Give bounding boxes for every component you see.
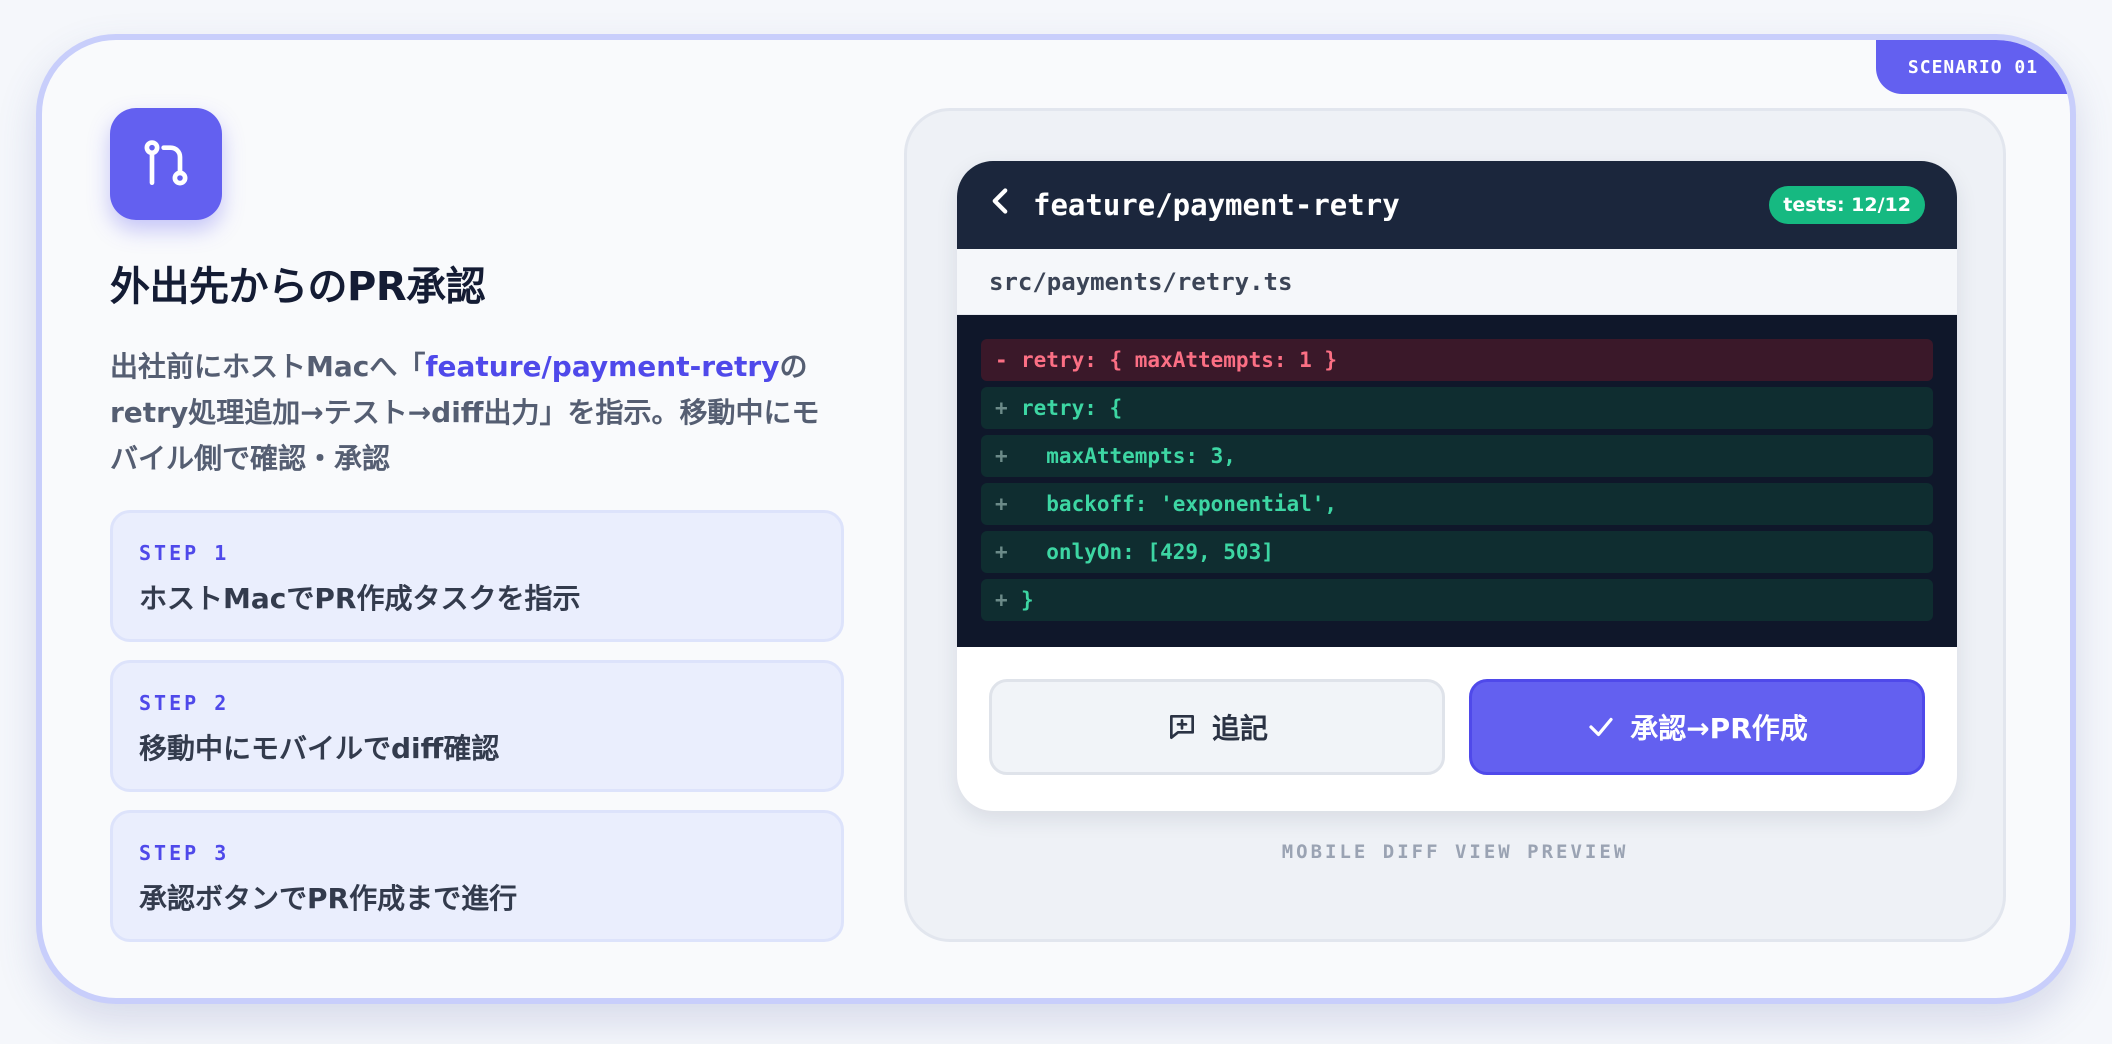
diff-actions: 追記 承認→PR作成	[989, 679, 1925, 775]
diff-code-text: onlyOn: [429, 503]	[1021, 540, 1274, 564]
step-card: STEP 3 承認ボタンでPR作成まで進行	[110, 810, 844, 942]
scenario-info: 外出先からのPR承認 出社前にホストMacへ「feature/payment-r…	[110, 108, 844, 960]
diff-code: - retry: { maxAttempts: 1 } + retry: { + m…	[957, 315, 1957, 647]
step-text: 移動中にモバイルでdiff確認	[139, 732, 500, 765]
comment-plus-icon	[1169, 715, 1194, 739]
step-text: ホストMacでPR作成タスクを指示	[139, 582, 581, 615]
branch-name: feature/payment-retry	[1033, 188, 1400, 222]
tests-badge: tests: 12/12	[1769, 186, 1925, 224]
diff-line-added: + onlyOn: [429, 503]	[981, 531, 1933, 573]
diff-marker: +	[995, 540, 1008, 564]
step-label: STEP 3	[139, 841, 230, 865]
preview-panel: feature/payment-retry tests: 12/12 src/p…	[904, 108, 2006, 942]
git-pull-request-icon	[110, 108, 222, 220]
diff-code-text: }	[1021, 588, 1034, 612]
step-label: STEP 2	[139, 691, 230, 715]
scenario-badge: SCENARIO 01	[1876, 40, 2070, 94]
step-card: STEP 1 ホストMacでPR作成タスクを指示	[110, 510, 844, 642]
diff-marker: -	[995, 348, 1008, 372]
diff-marker: +	[995, 492, 1008, 516]
branch-highlight: feature/payment-retry	[425, 350, 780, 383]
step-text: 承認ボタンでPR作成まで進行	[139, 882, 518, 915]
diff-marker: +	[995, 444, 1008, 468]
step-list: STEP 1 ホストMacでPR作成タスクを指示 STEP 2 移動中にモバイル…	[110, 510, 844, 942]
description-text: 出社前にホストMacへ「	[110, 350, 426, 383]
diff-marker: +	[995, 396, 1008, 420]
chevron-left-icon[interactable]	[989, 187, 1011, 223]
step-card: STEP 2 移動中にモバイルでdiff確認	[110, 660, 844, 792]
diff-marker: +	[995, 588, 1008, 612]
step-label: STEP 1	[139, 541, 230, 565]
diff-code-text: retry: { maxAttempts: 1 }	[1021, 348, 1338, 372]
scenario-card: SCENARIO 01 外出先からのPR承認 出社前にホストMacへ「featu…	[36, 34, 2076, 1004]
scenario-description: 出社前にホストMacへ「feature/payment-retryのretry処…	[110, 344, 844, 482]
diff-line-added: + backoff: 'exponential',	[981, 483, 1933, 525]
diff-header: feature/payment-retry tests: 12/12	[957, 161, 1957, 249]
diff-line-added: + maxAttempts: 3,	[981, 435, 1933, 477]
check-icon	[1589, 717, 1613, 737]
add-comment-label: 追記	[1211, 712, 1268, 745]
approve-create-pr-button[interactable]: 承認→PR作成	[1469, 679, 1925, 775]
diff-code-text: maxAttempts: 3,	[1021, 444, 1236, 468]
diff-line-added: + retry: {	[981, 387, 1933, 429]
file-path: src/payments/retry.ts	[957, 249, 1957, 315]
add-comment-button[interactable]: 追記	[989, 679, 1445, 775]
mobile-diff-view: feature/payment-retry tests: 12/12 src/p…	[957, 161, 1957, 811]
diff-line-added: +}	[981, 579, 1933, 621]
diff-code-text: retry: {	[1021, 396, 1123, 420]
page-title: 外出先からのPR承認	[110, 264, 486, 310]
approve-label: 承認→PR作成	[1630, 712, 1808, 745]
diff-code-text: backoff: 'exponential',	[1021, 492, 1338, 516]
preview-caption: MOBILE DIFF VIEW PREVIEW	[1281, 841, 1629, 863]
diff-line-removed: - retry: { maxAttempts: 1 }	[981, 339, 1933, 381]
